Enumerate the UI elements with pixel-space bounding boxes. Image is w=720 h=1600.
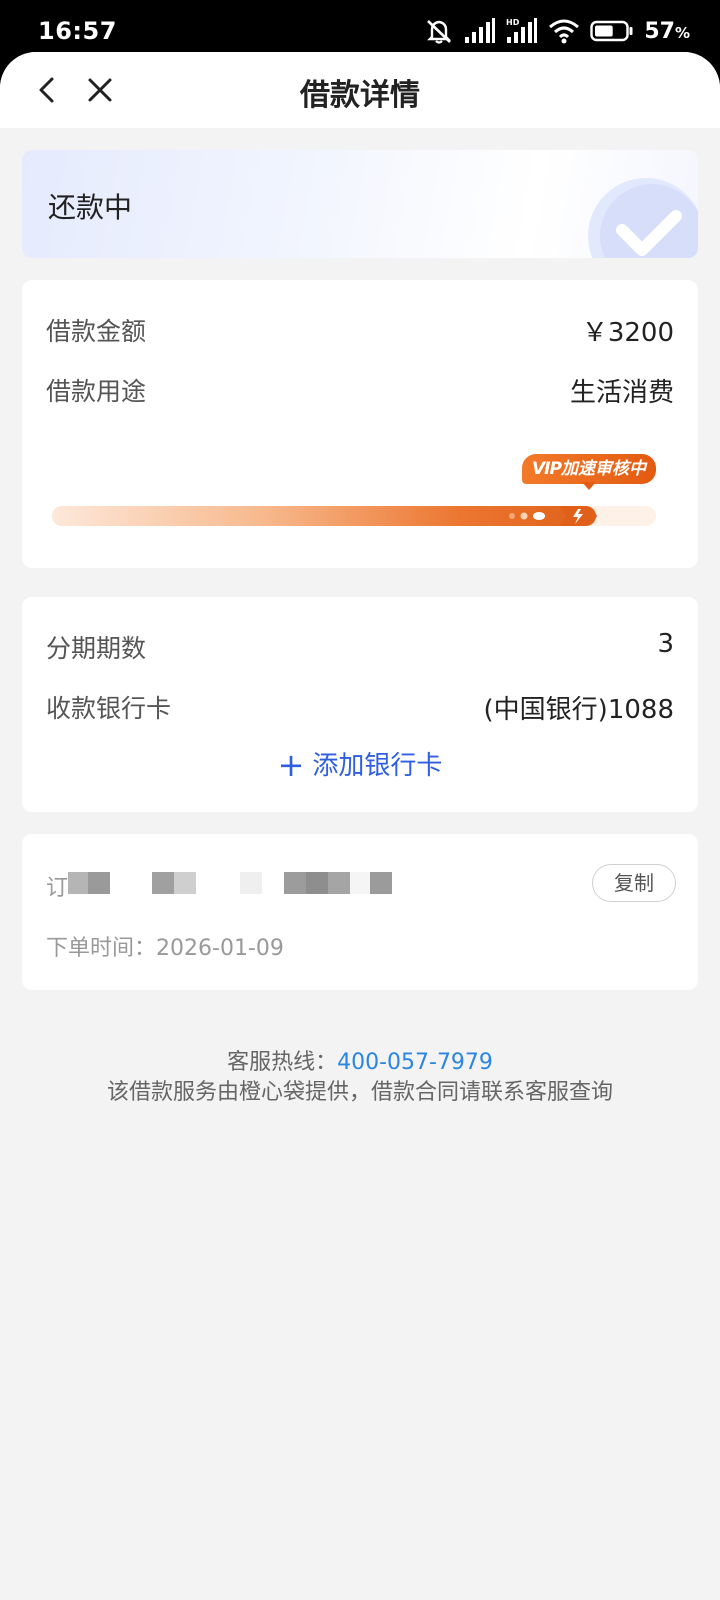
purpose-label: 借款用途 (46, 377, 147, 406)
loan-status-card: 还款中 (22, 150, 698, 258)
rocket-icon (560, 506, 597, 526)
app-sheet: 借款详情 还款中 借款金额 ￥3200 借款用途 生活消费 VIP加速审核中 分… (0, 52, 720, 1600)
order-time: 下单时间：2026-01-09 (46, 936, 284, 961)
hotline-number[interactable]: 400-057-7979 (337, 1050, 493, 1075)
hotline-line: 客服热线：400-057-7979 (0, 1048, 720, 1078)
check-circle-icon (588, 178, 698, 258)
plus-icon: + (277, 746, 305, 784)
loan-info-card: 借款金额 ￥3200 借款用途 生活消费 VIP加速审核中 (22, 280, 698, 568)
vip-badge-tail (582, 482, 596, 490)
footer: 客服热线：400-057-7979 该借款服务由橙心袋提供，借款合同请联系客服查… (0, 1048, 720, 1108)
periods-label: 分期期数 (46, 634, 147, 663)
battery-percent: 57% (644, 18, 690, 44)
order-number-redacted (68, 872, 392, 894)
status-time: 16:57 (38, 17, 117, 45)
vip-review-badge: VIP加速审核中 (522, 454, 656, 484)
copy-order-button[interactable]: 复制 (592, 864, 676, 902)
nav-bar: 借款详情 (0, 52, 720, 128)
amount-label: 借款金额 (46, 317, 147, 346)
battery-icon (590, 20, 633, 42)
status-icons: HD 57% (424, 16, 690, 46)
wifi-icon (549, 19, 580, 44)
mute-icon (427, 20, 452, 44)
hd-signal-icon: HD (506, 18, 538, 43)
review-progress-bar (52, 506, 656, 526)
service-note: 该借款服务由橙心袋提供，借款合同请联系客服查询 (106, 1080, 613, 1105)
loan-status-label: 还款中 (48, 191, 133, 224)
installment-card: 分期期数 3 收款银行卡 (中国银行)1088 + 添加银行卡 (22, 597, 698, 812)
svg-text:HD: HD (506, 18, 520, 27)
signal-icon (465, 18, 496, 43)
purpose-value: 生活消费 (569, 378, 674, 408)
order-card: 订 复制 下单时间：2026-01-09 (22, 834, 698, 990)
hotline-label: 客服热线： (227, 1050, 338, 1075)
bank-card-value: (中国银行)1088 (483, 695, 674, 725)
progress-dots (509, 512, 545, 520)
periods-value: 3 (657, 629, 674, 659)
page-title: 借款详情 (300, 78, 420, 113)
add-bank-card-button[interactable]: + 添加银行卡 (22, 745, 698, 784)
order-number-label: 订 (46, 876, 69, 901)
amount-value: ￥3200 (581, 318, 674, 348)
bank-card-label: 收款银行卡 (46, 694, 172, 723)
